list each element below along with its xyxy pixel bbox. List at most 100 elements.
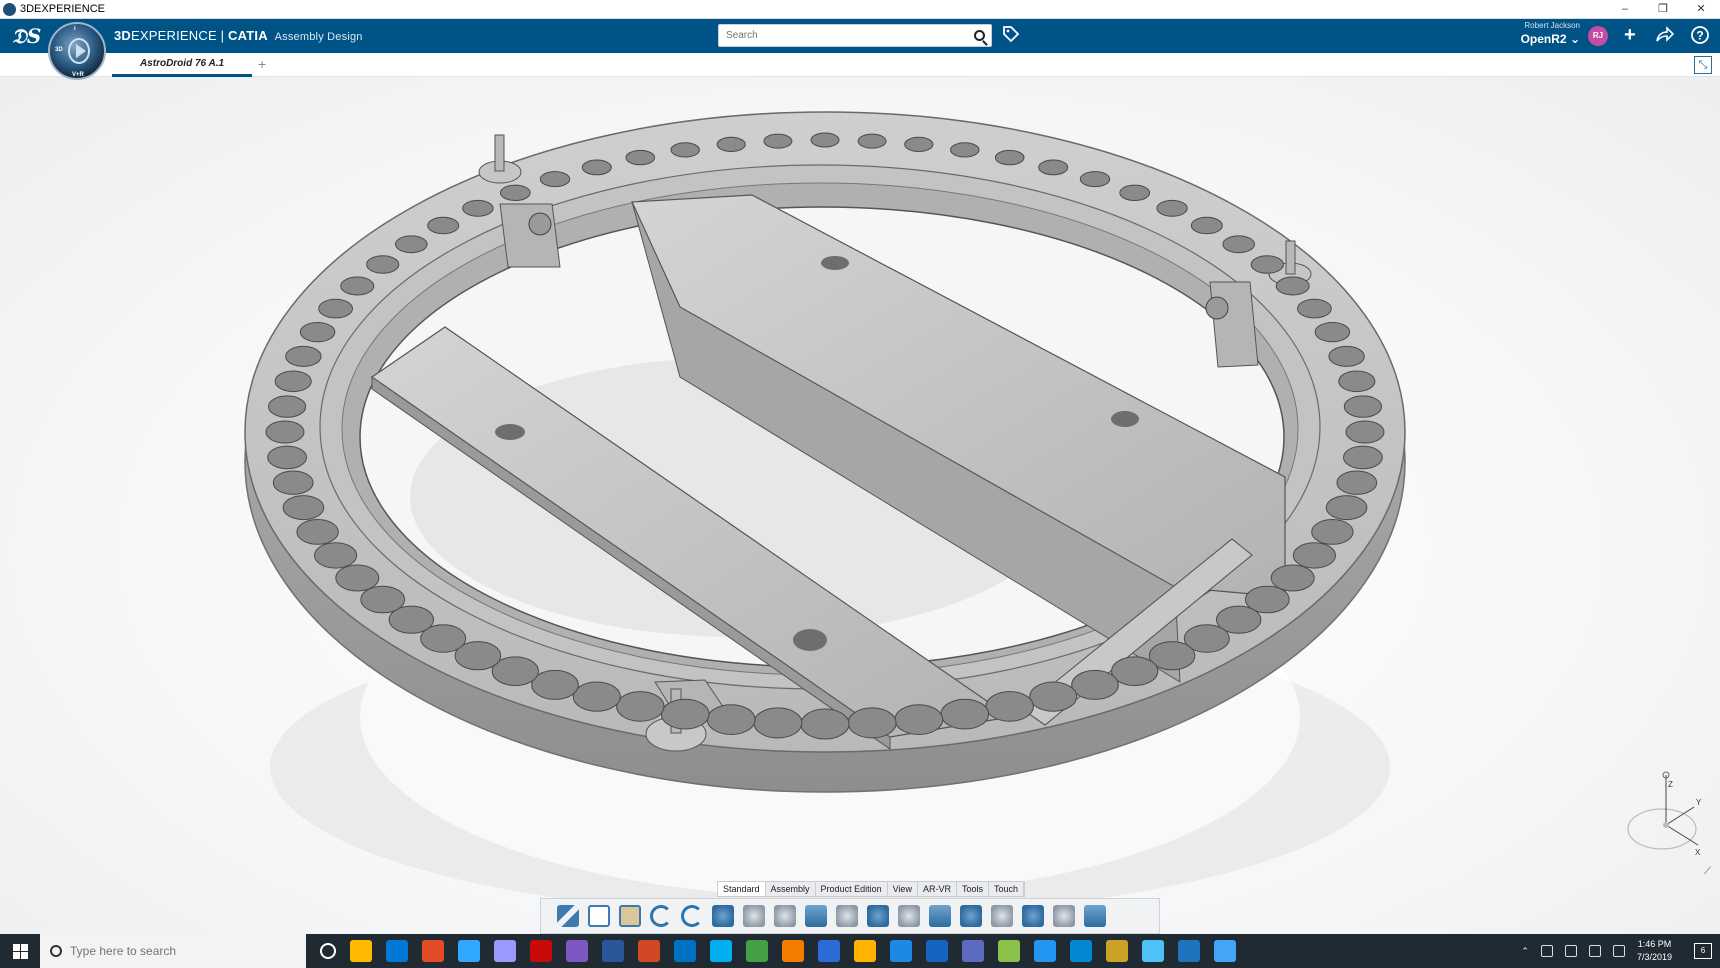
taskbar-app-icon[interactable] [530,940,552,962]
copy-icon[interactable] [588,905,610,927]
fullscreen-icon[interactable]: ⤡ [1694,56,1712,74]
compass-widget[interactable]: 3D V+R i [48,22,106,80]
share-icon[interactable] [1654,25,1675,49]
assembly-model[interactable] [0,77,1720,934]
insert-product-icon[interactable] [712,905,734,927]
taskbar-app-icon[interactable] [1106,940,1128,962]
undo-icon[interactable] [650,905,672,927]
mate-icon[interactable] [898,905,920,927]
ring-hole [847,707,897,739]
chevron-down-icon: ⌄ [1569,32,1580,46]
taskbar-app-icon[interactable] [458,940,480,962]
add-tab-button[interactable]: + [258,56,266,72]
taskbar-app-icon[interactable] [494,940,516,962]
window-title: 3DEXPERIENCE [20,3,105,15]
taskbar-app-icon[interactable] [386,940,408,962]
zoom-icon[interactable] [1022,905,1044,927]
taskbar-app-icon[interactable] [602,940,624,962]
taskbar-app-icon[interactable] [638,940,660,962]
ring-hole [572,681,621,712]
taskbar-app-icon[interactable] [320,943,336,959]
taskbar-app-icon[interactable] [1070,940,1092,962]
taskbar-app-icon[interactable] [1214,940,1236,962]
user-menu[interactable]: Robert Jackson OpenR2 ⌄ [1500,21,1580,46]
tray-chevron-icon[interactable]: ⌃ [1521,946,1529,957]
taskbar-app-icon[interactable] [962,940,984,962]
ring-hole [857,133,887,149]
notification-icon[interactable]: 6 [1694,943,1712,959]
taskbar-app-icon[interactable] [854,940,876,962]
ring-hole [366,255,400,274]
search-input[interactable] [719,30,959,41]
network-icon[interactable] [1588,945,1601,957]
volume-icon[interactable] [1612,945,1625,957]
cut-icon[interactable] [557,905,579,927]
beam-hole [495,424,525,440]
ring-hole [753,707,803,739]
tab-ar-vr[interactable]: AR-VR [918,882,957,896]
restore-button[interactable]: ❐ [1644,0,1682,19]
paste-icon[interactable] [619,905,641,927]
tag-icon[interactable] [1002,25,1020,43]
tab-astrodroid[interactable]: AstroDroid 76 A.1 [112,53,252,77]
taskbar-app-icon[interactable] [710,940,732,962]
taskbar-apps [306,940,1236,962]
tab-standard[interactable]: Standard [718,882,766,896]
add-icon[interactable]: + [1624,25,1636,45]
battery-icon[interactable] [1540,945,1553,957]
taskbar-app-icon[interactable] [818,940,840,962]
tab-view[interactable]: View [888,882,918,896]
tab-assembly[interactable]: Assembly [766,882,816,896]
tab-product-edition[interactable]: Product Edition [816,882,888,896]
sectioning-icon[interactable] [991,905,1013,927]
ring-hole [1119,184,1151,202]
taskbar-search[interactable] [40,934,306,968]
update-icon[interactable] [681,905,703,927]
help-icon[interactable]: ? [1690,25,1710,49]
taskbar-app-icon[interactable] [1178,940,1200,962]
fix-icon[interactable] [836,905,858,927]
avatar[interactable]: RJ [1588,26,1608,46]
taskbar-app-icon[interactable] [1142,940,1164,962]
taskbar-app-icon[interactable] [998,940,1020,962]
axis-z-label: Z [1668,780,1673,789]
robot-move-icon[interactable] [1084,905,1106,927]
tab-tools[interactable]: Tools [957,882,989,896]
clash-icon[interactable] [960,905,982,927]
tab-touch[interactable]: Touch [989,882,1025,896]
ring-hole [904,136,934,153]
search-icon[interactable] [974,30,985,41]
explode-icon[interactable] [805,905,827,927]
ring-hole [499,184,531,202]
play-icon[interactable] [68,38,90,64]
snap-icon[interactable] [1053,905,1075,927]
ring-hole [1156,199,1188,217]
taskbar-app-icon[interactable] [746,940,768,962]
measure-icon[interactable] [929,905,951,927]
taskbar-app-icon[interactable] [422,940,444,962]
taskbar-app-icon[interactable] [674,940,696,962]
clock[interactable]: 1:46 PM 7/3/2019 [1637,938,1672,964]
search-field[interactable] [718,24,992,47]
windows-taskbar: ⌃ 1:46 PM 7/3/2019 6 [0,934,1720,968]
axis-triad[interactable]: Z Y X [1624,767,1704,857]
3d-viewport[interactable]: Z Y X ⟋ [0,77,1720,934]
assembly-constraint-icon[interactable] [774,905,796,927]
taskbar-app-icon[interactable] [1034,940,1056,962]
dassault-logo-icon[interactable]: 𝔇S [12,24,41,48]
taskbar-app-icon[interactable] [926,940,948,962]
taskbar-app-icon[interactable] [890,940,912,962]
windows-start-icon[interactable] [0,934,40,968]
taskbar-search-input[interactable] [70,944,290,958]
taskbar-app-icon[interactable] [782,940,804,962]
taskbar-app-icon[interactable] [350,940,372,962]
resize-handle-icon[interactable]: ⟋ [1704,866,1714,878]
replace-icon[interactable] [743,905,765,927]
collab-space[interactable]: OpenR2 ⌄ [1500,32,1580,46]
dropbox-tray-icon[interactable] [1564,945,1577,957]
taskbar-app-icon[interactable] [566,940,588,962]
close-button[interactable]: ✕ [1682,0,1720,19]
minimize-button[interactable]: – [1606,0,1644,19]
engineering-connection-icon[interactable] [867,905,889,927]
ring-hole [1314,322,1351,343]
